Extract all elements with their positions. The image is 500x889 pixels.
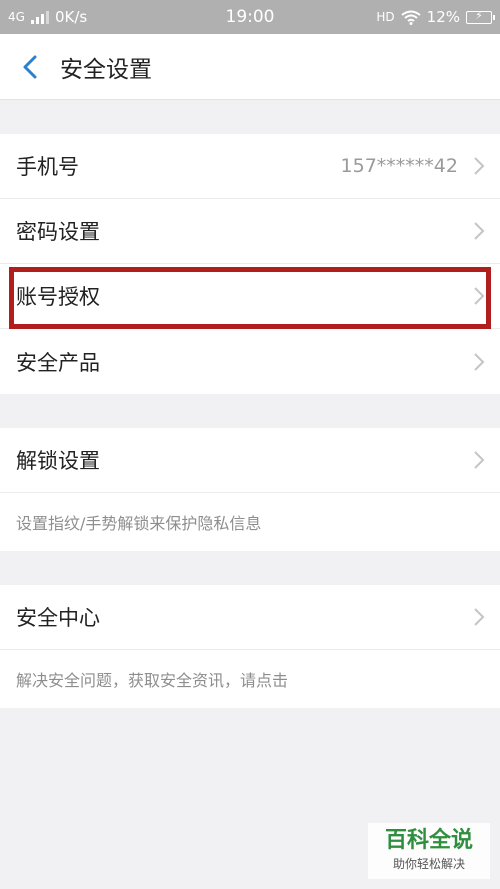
security-center-description: 解决安全问题，获取安全资讯，请点击 [16, 671, 289, 690]
watermark-main-text: 百科全说 [384, 828, 473, 853]
security-center-row[interactable]: 安全中心 [0, 585, 500, 650]
wifi-icon [401, 10, 421, 25]
page-title: 安全设置 [60, 56, 152, 83]
chevron-right-icon [474, 157, 485, 175]
chevron-right-icon [474, 287, 485, 305]
status-right: HD 12% ⚡ [376, 8, 495, 26]
hd-indicator: HD [376, 10, 395, 24]
battery-percent: 12% [426, 8, 460, 26]
chevron-right-icon [474, 451, 485, 469]
unlock-settings-label: 解锁设置 [16, 449, 100, 473]
watermark-sub-text: 助你轻松解决 [392, 857, 465, 871]
password-row[interactable]: 密码设置 [0, 199, 500, 264]
chevron-right-icon [474, 352, 485, 371]
phone-label: 手机号 [16, 155, 79, 179]
unlock-group: 解锁设置 设置指纹/手势解锁来保护隐私信息 [0, 428, 500, 551]
security-center-group: 安全中心 解决安全问题，获取安全资讯，请点击 [0, 585, 500, 708]
battery-icon: ⚡ [466, 8, 495, 24]
chevron-right-icon [474, 608, 485, 626]
account-auth-label: 账号授权 [16, 285, 100, 309]
status-bar: 4G 0K/s 19:00 HD 12% ⚡ [0, 0, 500, 34]
account-security-group: 手机号 157******42 密码设置 账号授权 安全产品 [0, 134, 500, 394]
chevron-left-icon [23, 55, 37, 78]
phone-row[interactable]: 手机号 157******42 [0, 134, 500, 199]
security-products-row[interactable]: 安全产品 [0, 329, 500, 394]
account-auth-row[interactable]: 账号授权 [0, 264, 500, 329]
unlock-settings-description: 设置指纹/手势解锁来保护隐私信息 [16, 514, 262, 533]
chevron-right-icon [474, 222, 485, 240]
unlock-settings-row[interactable]: 解锁设置 [0, 428, 500, 493]
watermark-logo: 百科全说 助你轻松解决 [368, 823, 490, 879]
nav-bar: 安全设置 [0, 34, 500, 100]
security-products-label: 安全产品 [16, 350, 100, 375]
password-label: 密码设置 [16, 220, 100, 244]
phone-value: 157******42 [340, 155, 458, 177]
charging-bolt-icon: ⚡ [475, 8, 483, 22]
back-button[interactable] [0, 34, 60, 100]
security-center-label: 安全中心 [16, 606, 100, 630]
